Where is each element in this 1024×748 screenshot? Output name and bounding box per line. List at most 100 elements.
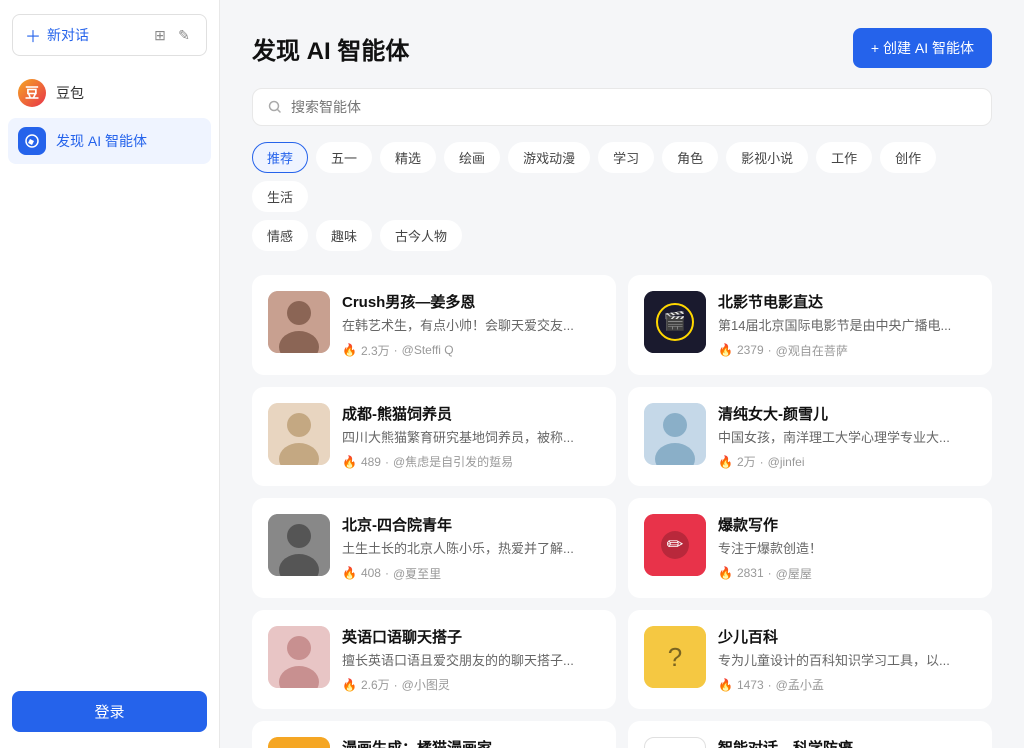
plus-icon: ＋ (25, 23, 41, 47)
card-avatar (268, 626, 330, 688)
card-info: Crush男孩—姜多恩 在韩艺术生，有点小帅！会聊天爱交友... 🔥 2.3万 … (342, 291, 600, 359)
card-avatar (268, 403, 330, 465)
card-desc: 专为儿童设计的百科知识学习工具，以... (718, 651, 976, 671)
card-info: 北影节电影直达 第14届北京国际电影节是由中央广播电... 🔥 2379 · @… (718, 291, 976, 359)
card-desc: 中国女孩，南洋理工大学心理学专业大... (718, 428, 976, 448)
card-author: @屋屋 (776, 565, 812, 582)
tag-古今人物[interactable]: 古今人物 (380, 220, 462, 251)
card-c2[interactable]: 🎬 北影节电影直达 第14届北京国际电影节是由中央广播电... 🔥 2379 ·… (628, 275, 992, 375)
card-info: 英语口语聊天搭子 擅长英语口语且爱交朋友的的聊天搭子... 🔥 2.6万 · @… (342, 626, 600, 694)
tag-五一[interactable]: 五一 (316, 142, 372, 173)
card-desc: 擅长英语口语且爱交朋友的的聊天搭子... (342, 651, 600, 671)
svg-text:🎬: 🎬 (664, 310, 686, 331)
card-desc: 专注于爆款创造！ (718, 539, 976, 559)
search-input[interactable] (291, 99, 977, 115)
card-info: 清纯女大-颜雪儿 中国女孩，南洋理工大学心理学专业大... 🔥 2万 · @ji… (718, 403, 976, 471)
tag-影视小说[interactable]: 影视小说 (726, 142, 808, 173)
cards-grid: Crush男孩—姜多恩 在韩艺术生，有点小帅！会聊天爱交友... 🔥 2.3万 … (252, 275, 992, 748)
card-info: 北京-四合院青年 土生土长的北京人陈小乐，热爱并了解... 🔥 408 · @夏… (342, 514, 600, 582)
tag-工作[interactable]: 工作 (816, 142, 872, 173)
card-meta: 🔥 2.6万 · @小图灵 (342, 676, 600, 693)
card-meta: 🔥 1473 · @孟小孟 (718, 676, 976, 693)
card-dot: · (385, 566, 389, 580)
card-meta: 🔥 2.3万 · @Steffi Q (342, 342, 600, 359)
card-dot: · (394, 343, 398, 357)
discover-icon (18, 127, 46, 155)
card-info: 成都-熊猫饲养员 四川大熊猫繁育研究基地饲养员，被称... 🔥 489 · @焦… (342, 403, 600, 471)
card-count: 2.6万 (361, 676, 390, 693)
svg-text:✏: ✏ (667, 534, 684, 556)
page-header: 发现 AI 智能体 + 创建 AI 智能体 (252, 28, 992, 68)
card-desc: 土生土长的北京人陈小乐，热爱并了解... (342, 539, 600, 559)
card-count: 2831 (737, 566, 764, 580)
tag-学习[interactable]: 学习 (598, 142, 654, 173)
create-ai-button[interactable]: + 创建 AI 智能体 (853, 28, 992, 68)
card-avatar: ✏ (644, 514, 706, 576)
sidebar-item-discover[interactable]: 发现 AI 智能体 (8, 118, 211, 164)
card-count: 2万 (737, 453, 756, 470)
login-button[interactable]: 登录 (12, 691, 207, 732)
card-avatar: 🐱 (268, 737, 330, 748)
card-dot: · (394, 678, 398, 692)
card-desc: 第14届北京国际电影节是由中央广播电... (718, 316, 976, 336)
tag-row-2: 情感趣味古今人物 (252, 220, 992, 251)
card-desc: 在韩艺术生，有点小帅！会聊天爱交友... (342, 316, 600, 336)
card-title: 漫画生成：橘猫漫画家 (342, 737, 600, 748)
fire-icon: 🔥 (718, 455, 733, 469)
card-meta: 🔥 408 · @夏至里 (342, 565, 600, 582)
new-chat-button[interactable]: ＋ 新对话 ⊞ ✎ (12, 14, 207, 56)
edit-icon: ✎ (174, 25, 194, 45)
card-author: @Steffi Q (402, 343, 454, 357)
card-author: @jinfei (768, 455, 805, 469)
tag-绘画[interactable]: 绘画 (444, 142, 500, 173)
tag-生活[interactable]: 生活 (252, 181, 308, 212)
card-meta: 🔥 489 · @焦虑是自引发的踅易 (342, 453, 600, 470)
card-c9[interactable]: 🐱 漫画生成：橘猫漫画家 一个能够一键帮你制作猫咪漫画的bot... 🔥 226… (252, 721, 616, 748)
card-c10[interactable]: 人民日报健康客户端 智能对话，科学防癌 人民日报健康客户端AI赋能肿瘤防治行动 … (628, 721, 992, 748)
card-meta: 🔥 2379 · @观自在菩萨 (718, 342, 976, 359)
card-c7[interactable]: 英语口语聊天搭子 擅长英语口语且爱交朋友的的聊天搭子... 🔥 2.6万 · @… (252, 610, 616, 710)
tag-row-1: 推荐五一精选绘画游戏动漫学习角色影视小说工作创作生活 (252, 142, 992, 212)
card-avatar (644, 403, 706, 465)
fire-icon: 🔥 (342, 343, 357, 357)
page-title: 发现 AI 智能体 (252, 31, 409, 66)
card-c8[interactable]: ? 少儿百科 专为儿童设计的百科知识学习工具，以... 🔥 1473 · @孟小… (628, 610, 992, 710)
tag-精选[interactable]: 精选 (380, 142, 436, 173)
fire-icon: 🔥 (718, 566, 733, 580)
tag-趣味[interactable]: 趣味 (316, 220, 372, 251)
card-c4[interactable]: 清纯女大-颜雪儿 中国女孩，南洋理工大学心理学专业大... 🔥 2万 · @ji… (628, 387, 992, 487)
card-title: 少儿百科 (718, 626, 976, 647)
sidebar-menu: 豆 豆包 发现 AI 智能体 (0, 66, 219, 675)
tag-情感[interactable]: 情感 (252, 220, 308, 251)
card-author: @夏至里 (393, 565, 441, 582)
fire-icon: 🔥 (718, 343, 733, 357)
layout-icon: ⊞ (150, 25, 170, 45)
search-bar[interactable] (252, 88, 992, 126)
tag-游戏动漫[interactable]: 游戏动漫 (508, 142, 590, 173)
card-avatar (268, 514, 330, 576)
card-c3[interactable]: 成都-熊猫饲养员 四川大熊猫繁育研究基地饲养员，被称... 🔥 489 · @焦… (252, 387, 616, 487)
sidebar-item-doupao[interactable]: 豆 豆包 (8, 70, 211, 116)
fire-icon: 🔥 (342, 566, 357, 580)
tag-推荐[interactable]: 推荐 (252, 142, 308, 173)
card-title: 爆款写作 (718, 514, 976, 535)
fire-icon: 🔥 (342, 455, 357, 469)
sidebar-item-discover-label: 发现 AI 智能体 (56, 131, 147, 151)
tag-角色[interactable]: 角色 (662, 142, 718, 173)
fire-icon: 🔥 (718, 678, 733, 692)
card-author: @焦虑是自引发的踅易 (393, 453, 513, 470)
card-title: 北影节电影直达 (718, 291, 976, 312)
card-dot: · (768, 566, 772, 580)
sidebar: ＋ 新对话 ⊞ ✎ 豆 豆包 发现 AI 智能体 登录 (0, 0, 220, 748)
card-dot: · (385, 455, 389, 469)
card-author: @孟小孟 (776, 676, 824, 693)
card-count: 2.3万 (361, 342, 390, 359)
card-c5[interactable]: 北京-四合院青年 土生土长的北京人陈小乐，热爱并了解... 🔥 408 · @夏… (252, 498, 616, 598)
tag-创作[interactable]: 创作 (880, 142, 936, 173)
fire-icon: 🔥 (342, 678, 357, 692)
card-c1[interactable]: Crush男孩—姜多恩 在韩艺术生，有点小帅！会聊天爱交友... 🔥 2.3万 … (252, 275, 616, 375)
card-avatar (268, 291, 330, 353)
card-c6[interactable]: ✏ 爆款写作 专注于爆款创造！ 🔥 2831 · @屋屋 (628, 498, 992, 598)
card-title: 英语口语聊天搭子 (342, 626, 600, 647)
new-chat-label: 新对话 (47, 25, 89, 45)
